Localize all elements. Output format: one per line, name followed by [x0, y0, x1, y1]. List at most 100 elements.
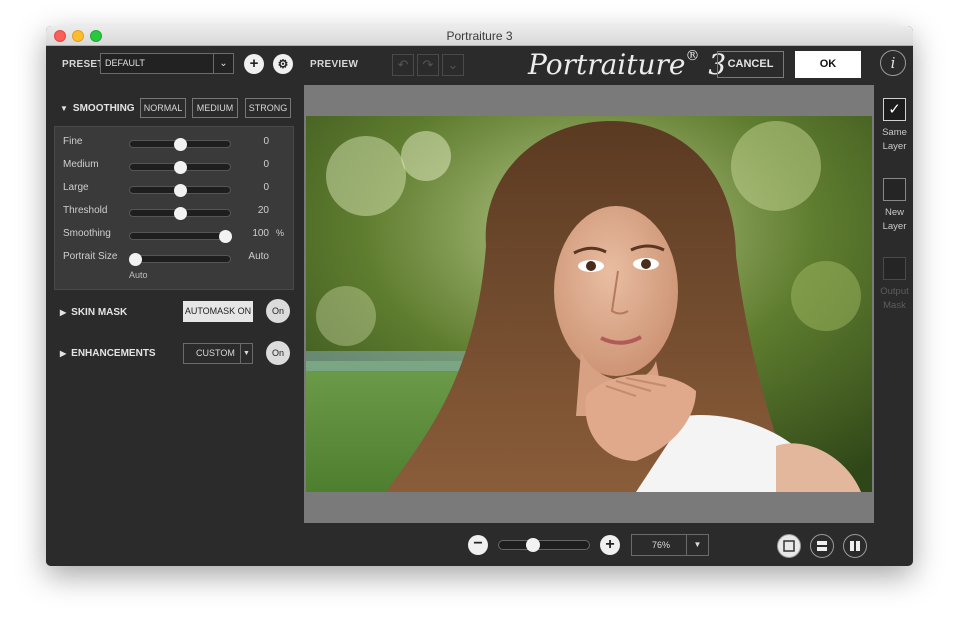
caret-down-icon: ▼ [686, 535, 708, 555]
slider-row-large: Large 0 [55, 180, 295, 198]
slider-value: 0 [263, 136, 269, 147]
info-icon: i [890, 54, 896, 72]
split-vertical-view-button[interactable] [843, 534, 867, 558]
medium-slider[interactable] [129, 161, 231, 174]
slider-knob[interactable] [174, 161, 187, 174]
window-title: Portraiture 3 [446, 29, 513, 43]
preview-image[interactable] [306, 116, 872, 492]
logo-registered-mark: ® [685, 48, 700, 64]
skin-mask-toggle[interactable]: On [266, 299, 290, 323]
portrait-photo [306, 116, 872, 492]
slider-knob[interactable] [174, 138, 187, 151]
smoothing-strong-button[interactable]: STRONG [245, 98, 291, 118]
add-preset-button[interactable]: + [244, 54, 264, 74]
label-line: Output [880, 286, 909, 297]
fine-slider[interactable] [129, 138, 231, 151]
label-line: Same [882, 127, 907, 138]
preset-settings-button[interactable]: ⚙ [273, 54, 293, 74]
enhancements-toggle[interactable]: On [266, 341, 290, 365]
enhancements-value: CUSTOM [196, 348, 235, 358]
smoothing-slider[interactable] [129, 230, 232, 243]
slider-row-fine: Fine 0 [55, 134, 295, 152]
slider-label: Large [63, 182, 89, 193]
label-line: Layer [882, 141, 907, 152]
output-mask-checkbox[interactable] [883, 257, 906, 280]
smoothing-medium-button[interactable]: MEDIUM [192, 98, 238, 118]
new-layer-checkbox[interactable] [883, 178, 906, 201]
slider-row-portrait-size: Portrait Size Auto [55, 249, 295, 267]
same-layer-checkbox[interactable]: ✓ [883, 98, 906, 121]
preview-area [304, 85, 874, 523]
preset-value: DEFAULT [105, 58, 145, 68]
undo-icon: ↶ [397, 57, 409, 72]
slider-label: Smoothing [63, 228, 111, 239]
undo-button[interactable]: ↶ [392, 54, 414, 76]
app-window: Portraiture 3 PRESET DEFAULT ⌄ + ⚙ PREVI… [46, 26, 913, 566]
zoom-level-dropdown[interactable]: 76% ▼ [631, 534, 709, 556]
zoom-level-value: 76% [652, 540, 671, 550]
slider-label: Medium [63, 159, 99, 170]
smoothing-normal-button[interactable]: NORMAL [140, 98, 186, 118]
same-layer-label: Same Layer [876, 126, 913, 154]
preset-label: PRESET [62, 59, 104, 70]
zoom-slider-knob[interactable] [526, 538, 541, 552]
slider-row-threshold: Threshold 20 [55, 203, 295, 221]
cancel-button[interactable]: CANCEL [717, 51, 784, 78]
history-dropdown-button[interactable]: ⌄ [442, 54, 464, 76]
checkmark-icon: ✓ [888, 101, 901, 118]
redo-button[interactable]: ↷ [417, 54, 439, 76]
zoom-slider[interactable] [498, 538, 590, 552]
slider-value: 0 [263, 182, 269, 193]
split-horizontal-icon [817, 541, 827, 551]
gear-icon: ⚙ [277, 57, 289, 71]
app-logo: Portraiture® 3 [528, 48, 726, 81]
ok-button[interactable]: OK [795, 51, 861, 78]
slider-value: 0 [263, 159, 269, 170]
enhancements-dropdown[interactable]: CUSTOM ▼ [183, 343, 253, 364]
triangle-right-icon: ▶ [60, 308, 67, 317]
slider-label: Portrait Size [63, 251, 118, 262]
top-toolbar: PRESET DEFAULT ⌄ + ⚙ PREVIEW ↶ ↷ ⌄ Portr… [46, 46, 913, 86]
preview-label: PREVIEW [310, 59, 359, 70]
single-view-button[interactable] [777, 534, 801, 558]
slider-knob[interactable] [174, 184, 187, 197]
label-line: Layer [882, 221, 907, 232]
zoom-in-button[interactable]: + [600, 535, 620, 555]
slider-value: 20 [257, 205, 269, 216]
settings-panel: ▼ SMOOTHING NORMAL MEDIUM STRONG Fine 0 M… [46, 86, 300, 566]
triangle-down-icon: ▼ [60, 104, 68, 113]
single-view-icon [783, 540, 795, 552]
label-line: New [884, 207, 904, 218]
slider-knob[interactable] [219, 230, 232, 243]
split-horizontal-view-button[interactable] [810, 534, 834, 558]
skin-mask-section-header[interactable]: ▶ SKIN MASK [60, 307, 127, 318]
new-layer-label: New Layer [876, 206, 913, 234]
bottom-toolbar: − + 76% ▼ [46, 526, 913, 566]
slider-knob[interactable] [129, 253, 142, 266]
portrait-size-slider[interactable] [129, 253, 231, 266]
preset-dropdown[interactable]: DEFAULT ⌄ [100, 53, 234, 74]
chevron-down-icon: ⌄ [447, 57, 459, 72]
portrait-size-sub-label: Auto [129, 270, 148, 280]
threshold-slider[interactable] [129, 207, 231, 220]
large-slider[interactable] [129, 184, 231, 197]
slider-knob[interactable] [174, 207, 187, 220]
logo-text: Portraiture [528, 48, 686, 81]
automask-button[interactable]: AUTOMASK ON [183, 301, 253, 322]
enhancements-title: ENHANCEMENTS [71, 348, 156, 359]
enhancements-section-header[interactable]: ▶ ENHANCEMENTS [60, 348, 156, 359]
slider-row-medium: Medium 0 [55, 157, 295, 175]
zoom-out-button[interactable]: − [468, 535, 488, 555]
info-button[interactable]: i [880, 50, 906, 76]
slider-label: Fine [63, 136, 83, 147]
slider-unit: % [276, 228, 285, 238]
slider-value: 100 [252, 228, 269, 239]
output-options: ✓ Same Layer New Layer Output Mask [876, 86, 913, 526]
slider-label: Threshold [63, 205, 108, 216]
chevron-down-icon: ⌄ [213, 54, 233, 73]
smoothing-title: SMOOTHING [72, 103, 135, 114]
smoothing-section-header[interactable]: ▼ SMOOTHING [60, 103, 135, 114]
output-mask-label: Output Mask [876, 285, 913, 313]
caret-down-icon: ▼ [240, 344, 252, 363]
smoothing-sliders: Fine 0 Medium 0 Large 0 Threshold 20 Smo… [54, 126, 294, 290]
